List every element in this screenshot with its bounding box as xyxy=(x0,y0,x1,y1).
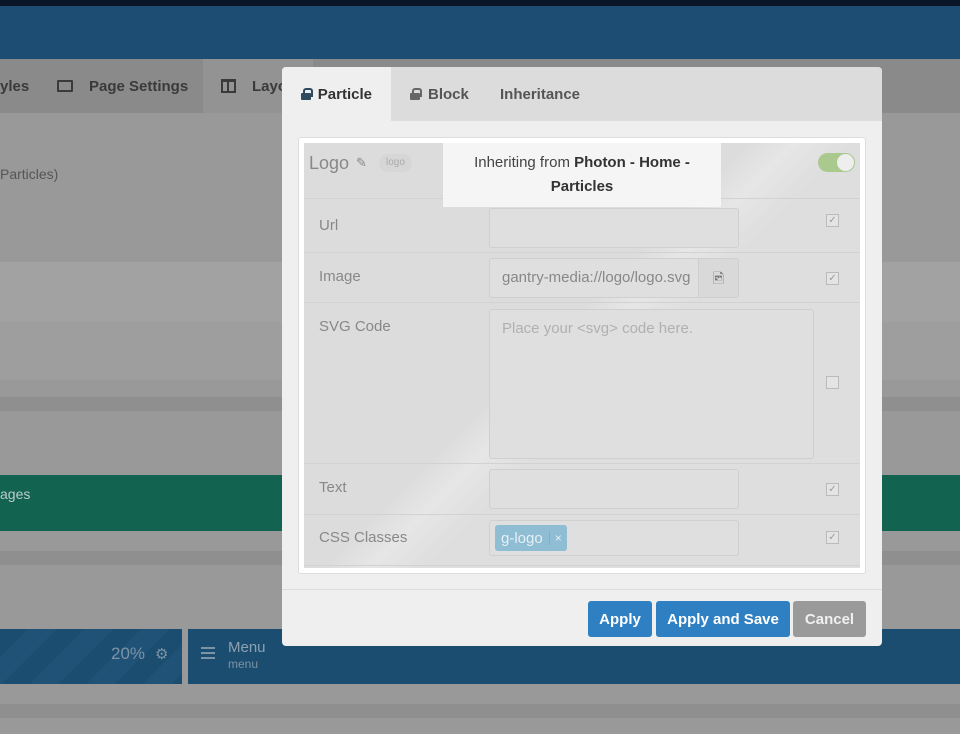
footer-divider xyxy=(282,589,882,590)
override-checkbox[interactable]: ✓ xyxy=(826,272,839,285)
tooltip-prefix: Inheriting from xyxy=(474,154,575,171)
field-css-classes: CSS Classes g-logo × ✓ xyxy=(304,515,860,566)
tab-block[interactable]: Block xyxy=(391,67,488,121)
particle-settings-modal: Particle Block Inheritance Logo ✎ logo U… xyxy=(282,67,882,646)
override-checkbox[interactable] xyxy=(826,376,839,389)
field-label: Url xyxy=(319,217,339,234)
particle-badge: logo xyxy=(379,154,412,172)
override-checkbox[interactable]: ✓ xyxy=(826,483,839,496)
gear-icon[interactable]: ⚙ xyxy=(155,645,168,663)
url-input[interactable] xyxy=(489,208,739,248)
particle-form: Logo ✎ logo Url ✓ Image gantry-media://l… xyxy=(304,143,860,568)
field-url: Url ✓ xyxy=(304,199,860,253)
tab-inheritance[interactable]: Inheritance xyxy=(481,67,599,121)
field-label: CSS Classes xyxy=(319,529,408,546)
bg-block-percent: 20% xyxy=(111,644,146,663)
hamburger-icon xyxy=(201,647,215,659)
bg-green-block-label: ages xyxy=(0,486,31,502)
enabled-toggle[interactable] xyxy=(818,153,855,172)
field-label: SVG Code xyxy=(319,318,391,335)
inheritance-tooltip: Inheriting from Photon - Home - Particle… xyxy=(443,143,721,207)
bg-menu-title: Menu xyxy=(228,639,266,656)
tag-label: g-logo xyxy=(501,529,543,547)
page-settings-icon xyxy=(57,80,73,92)
bg-tab-styles[interactable]: yles xyxy=(0,78,29,95)
bg-section-label: Particles) xyxy=(0,166,59,182)
tab-label: Inheritance xyxy=(500,85,581,103)
pencil-icon[interactable]: ✎ xyxy=(356,155,367,171)
image-picker-icon[interactable]: 🖻 xyxy=(698,258,739,298)
tab-label: Block xyxy=(428,85,469,103)
override-checkbox[interactable]: ✓ xyxy=(826,214,839,227)
modal-tabs: Particle Block Inheritance xyxy=(282,67,882,121)
layout-icon xyxy=(221,79,236,93)
tag-g-logo: g-logo × xyxy=(495,525,567,551)
tab-label: Particle xyxy=(317,85,372,103)
particle-title: Logo xyxy=(309,153,350,173)
field-svg-code: SVG Code Place your <svg> code here. xyxy=(304,303,860,464)
field-label: Text xyxy=(319,479,347,496)
text-input[interactable] xyxy=(489,469,739,509)
header-bar xyxy=(0,6,960,59)
cancel-button[interactable]: Cancel xyxy=(793,601,866,637)
apply-and-save-button[interactable]: Apply and Save xyxy=(656,601,790,637)
field-image: Image gantry-media://logo/logo.svg 🖻 ✓ xyxy=(304,253,860,303)
bg-divider xyxy=(0,704,960,718)
tag-remove-icon[interactable]: × xyxy=(548,531,567,545)
apply-button[interactable]: Apply xyxy=(588,601,652,637)
field-text: Text ✓ xyxy=(304,464,860,515)
lock-icon xyxy=(410,88,422,100)
bg-tab-page-settings[interactable]: Page Settings xyxy=(89,78,188,95)
field-label: Image xyxy=(319,268,361,285)
css-classes-input[interactable]: g-logo × xyxy=(489,520,739,556)
tab-particle[interactable]: Particle xyxy=(282,67,391,121)
override-checkbox[interactable]: ✓ xyxy=(826,531,839,544)
image-input[interactable]: gantry-media://logo/logo.svg xyxy=(489,258,699,298)
svg-code-textarea[interactable]: Place your <svg> code here. xyxy=(489,309,814,459)
lock-icon xyxy=(301,88,313,100)
particle-panel: Logo ✎ logo Url ✓ Image gantry-media://l… xyxy=(298,137,866,574)
bg-menu-subtitle: menu xyxy=(228,657,259,671)
